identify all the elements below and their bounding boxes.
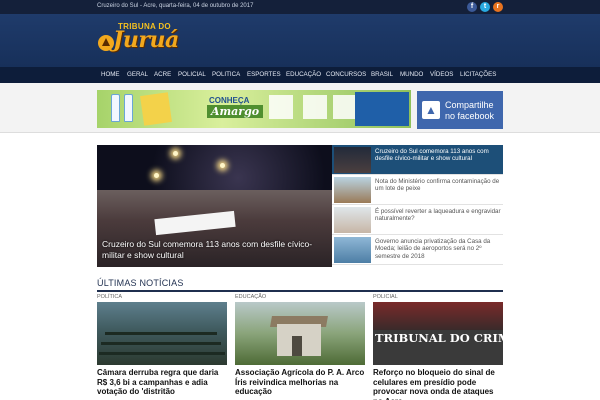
image-overlay-text: TRIBUNAL DO CRIME: [375, 331, 503, 345]
featured-story[interactable]: Cruzeiro do Sul comemora 113 anos com de…: [97, 145, 332, 267]
rss-icon[interactable]: r: [493, 2, 503, 12]
side-news-title: Nota do Ministério confirma contaminação…: [375, 178, 500, 193]
side-news-thumbnail: [334, 237, 371, 263]
news-card[interactable]: POLÍTICA Câmara derruba regra que daria …: [97, 294, 227, 400]
side-news-item[interactable]: Nota do Ministério confirma contaminação…: [332, 175, 503, 205]
street-light: [220, 163, 225, 168]
image-backdrop: [373, 302, 503, 330]
news-card-title: Associação Agrícola do P. A. Arco Íris r…: [235, 368, 365, 396]
facebook-share-line-2: no facebook: [445, 111, 495, 121]
side-news-item[interactable]: Cruzeiro do Sul comemora 113 anos com de…: [332, 145, 503, 175]
chamber-row: [105, 332, 217, 335]
section-divider: [97, 290, 503, 292]
nav-item-politica[interactable]: POLITICA: [212, 71, 240, 78]
news-card-image: [97, 302, 227, 365]
news-card-image: TRIBUNAL DO CRIME: [373, 302, 503, 365]
nav-item-esportes[interactable]: ESPORTES: [247, 71, 281, 78]
side-news-title: É possível reverter a laqueadura e engra…: [375, 208, 501, 223]
nav-item-licitacoes[interactable]: LICITAÇÕES: [460, 71, 496, 78]
thumbs-up-icon: ▲: [422, 101, 440, 119]
chamber-row: [101, 342, 221, 345]
news-card-category: POLICIAL: [373, 294, 398, 300]
news-card-category: POLÍTICA: [97, 294, 123, 300]
ad-blue-panel: [355, 92, 409, 126]
ad-brand: Amargo: [207, 105, 264, 118]
news-card-title: Reforço no bloqueio do sinal de celulare…: [373, 368, 495, 400]
nav-item-acre[interactable]: ACRE: [154, 71, 171, 78]
top-bar: Cruzeiro do Sul - Acre, quarta-feira, 04…: [0, 0, 600, 14]
ad-banner[interactable]: CONHEÇA Amargo: [97, 90, 411, 128]
site-header: TRIBUNA DO Juruá: [0, 14, 600, 67]
side-news-item[interactable]: É possível reverter a laqueadura e engra…: [332, 205, 503, 235]
current-date: Cruzeiro do Sul - Acre, quarta-feira, 04…: [97, 3, 254, 9]
main-nav: HOME GERAL ACRE POLICIAL POLITICA ESPORT…: [0, 67, 600, 83]
ad-bottle-image: [124, 94, 133, 122]
side-news-thumbnail: [334, 147, 371, 173]
ad-label-image: [140, 92, 172, 126]
ad-headline: CONHEÇA: [209, 96, 250, 105]
ad-info-box: [333, 95, 357, 119]
nav-item-concursos[interactable]: CONCURSOS: [326, 71, 366, 78]
site-logo[interactable]: TRIBUNA DO Juruá: [97, 22, 217, 60]
side-news-thumbnail: [334, 207, 371, 233]
nav-item-policial[interactable]: POLICIAL: [178, 71, 206, 78]
nav-item-mundo[interactable]: MUNDO: [400, 71, 423, 78]
ad-info-box: [269, 95, 293, 119]
news-card-title: Câmara derruba regra que daria R$ 3,6 bi…: [97, 368, 219, 396]
street-light: [154, 173, 159, 178]
street-light: [173, 151, 178, 156]
chamber-row: [99, 352, 225, 355]
side-news-title: Cruzeiro do Sul comemora 113 anos com de…: [375, 148, 489, 163]
side-news-title: Governo anuncia privatização da Casa da …: [375, 238, 491, 260]
side-news-list: Cruzeiro do Sul comemora 113 anos com de…: [332, 145, 503, 267]
featured-story-caption: Cruzeiro do Sul comemora 113 anos com de…: [102, 239, 313, 260]
news-card[interactable]: EDUCAÇÃO Associação Agrícola do P. A. Ar…: [235, 294, 365, 400]
nav-item-educacao[interactable]: EDUCAÇÃO: [286, 71, 321, 78]
nav-item-brasil[interactable]: BRASIL: [371, 71, 393, 78]
facebook-icon[interactable]: f: [467, 2, 477, 12]
news-card-image: [235, 302, 365, 365]
news-card[interactable]: POLICIAL TRIBUNAL DO CRIME Reforço no bl…: [373, 294, 503, 400]
banner-area: CONHEÇA Amargo ▲ Compartilhe no facebook: [0, 83, 600, 133]
nav-item-videos[interactable]: VÍDEOS: [430, 71, 453, 78]
twitter-icon[interactable]: t: [480, 2, 490, 12]
side-news-item[interactable]: Governo anuncia privatização da Casa da …: [332, 235, 503, 265]
ad-bottle-image: [111, 94, 120, 122]
house-door: [292, 336, 302, 356]
facebook-share-line-1: Compartilhe: [445, 100, 494, 110]
latest-news-heading: ÚLTIMAS NOTÍCIAS: [97, 278, 184, 288]
side-news-thumbnail: [334, 177, 371, 203]
logo-line-2: Juruá: [113, 27, 179, 53]
ad-info-box: [303, 95, 327, 119]
news-card-category: EDUCAÇÃO: [235, 294, 267, 300]
nav-item-home[interactable]: HOME: [101, 71, 120, 78]
nav-item-geral[interactable]: GERAL: [127, 71, 148, 78]
facebook-share-button[interactable]: ▲ Compartilhe no facebook: [417, 91, 503, 129]
